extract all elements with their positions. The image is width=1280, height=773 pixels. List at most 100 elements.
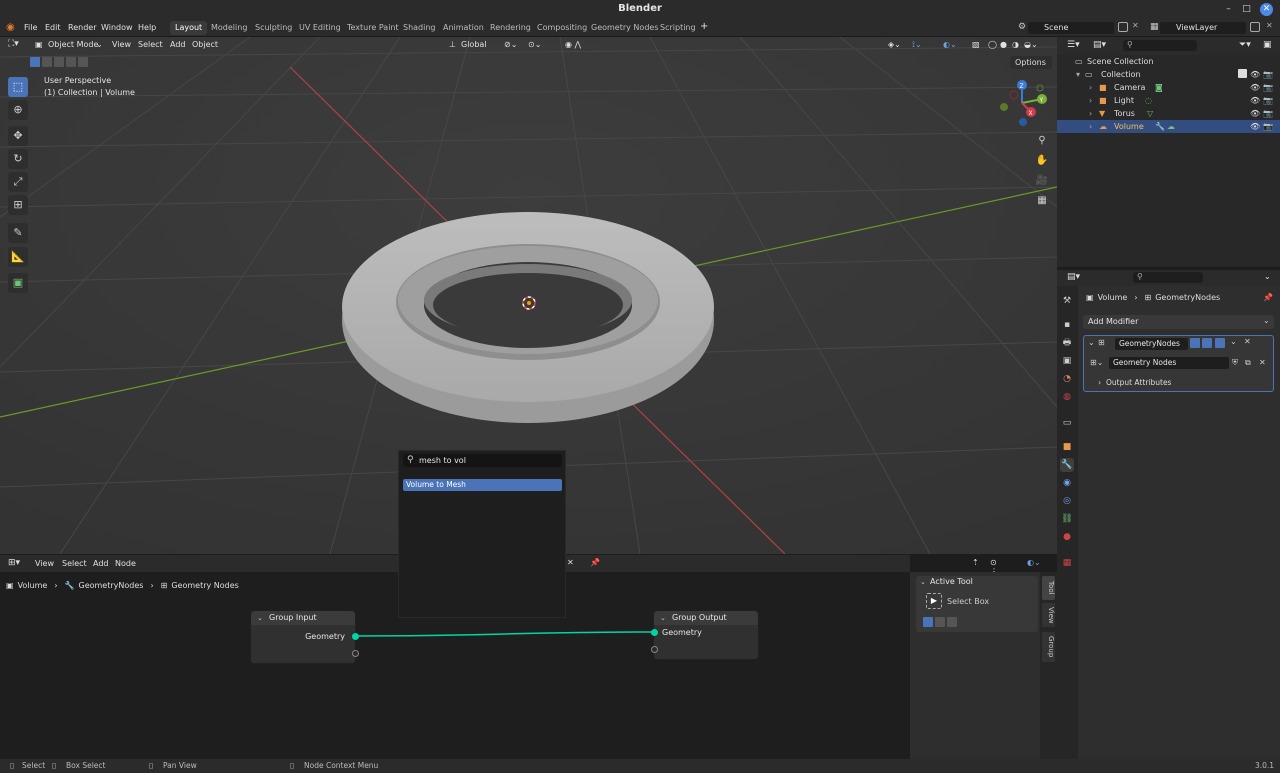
search-result-item[interactable]: Volume to Mesh (403, 479, 562, 491)
tab-geometry-nodes[interactable]: Geometry Nodes (586, 21, 663, 35)
blender-logo-icon[interactable]: ◉ (6, 22, 15, 33)
edit-mode-toggle-icon[interactable] (1190, 338, 1200, 348)
tree-row-scene-collection[interactable]: ▭ Scene Collection (1057, 55, 1280, 68)
camera-render-icon[interactable]: 📷 (1263, 81, 1273, 94)
torus-mesh[interactable] (342, 212, 714, 423)
gizmo-toggle-icon[interactable]: ⟟⌄ (912, 40, 922, 50)
tab-uv-editing[interactable]: UV Editing (294, 21, 346, 35)
tab-tool[interactable]: Tool (1042, 576, 1055, 600)
tab-texture-paint[interactable]: Texture Paint (342, 21, 404, 35)
panel-collapse-icon[interactable]: ⌄ (1088, 338, 1095, 347)
display-mode-icon[interactable]: ▤▾ (1093, 40, 1106, 50)
view-layer-tab-icon[interactable]: ▣ (1060, 354, 1074, 368)
visibility-icon[interactable]: ◈⌄ (888, 40, 901, 49)
parent-node-tree-icon[interactable]: ⇡ (972, 558, 979, 567)
perspective-toggle-icon[interactable]: ▦ (1034, 193, 1050, 209)
viewport-menu-add[interactable]: Add (170, 40, 186, 49)
checkbox-icon[interactable] (1238, 69, 1247, 78)
active-tool-label[interactable]: Active Tool (930, 577, 973, 586)
rotate-tool[interactable]: ↻ (8, 149, 28, 169)
menu-window[interactable]: Window (101, 23, 133, 32)
menu-edit[interactable]: Edit (45, 23, 61, 32)
scene-field[interactable]: Scene (1028, 22, 1114, 34)
pin-icon[interactable]: 📌 (1263, 293, 1273, 302)
viewport-menu-select[interactable]: Select (138, 40, 163, 49)
node-overlay-icon[interactable]: ◐⌄ (1027, 558, 1041, 567)
node-editor-type-icon[interactable]: ⊞▾ (8, 558, 20, 568)
outliner-search-field[interactable]: ⚲ (1123, 40, 1197, 51)
scale-tool[interactable]: ⤢ (8, 172, 28, 192)
group-input-node[interactable]: Group Input ⌄ Geometry (250, 610, 359, 664)
render-tab-icon[interactable]: ▪ (1060, 318, 1074, 332)
minimize-button[interactable]: – (1222, 3, 1235, 16)
object-tab-icon[interactable]: ■ (1060, 440, 1074, 454)
group-output-node[interactable]: Group Output ⌄ Geometry (651, 610, 759, 660)
constraints-tab-icon[interactable]: ⛓ (1060, 512, 1074, 526)
eye-icon[interactable]: 👁 (1250, 107, 1260, 120)
modifier-tab-icon[interactable]: 🔧 (1060, 458, 1074, 472)
mode-dropdown-chevron-icon[interactable]: ⌄ (96, 40, 103, 49)
orientation-dropdown[interactable]: Global (461, 40, 487, 49)
group-input-geometry-socket[interactable] (352, 633, 359, 640)
collapse-chevron-icon[interactable]: ⌄ (257, 614, 263, 622)
pivot-icon[interactable]: ⊘⌄ (504, 40, 517, 49)
particles-tab-icon[interactable]: ◉ (1060, 476, 1074, 490)
expand-chevron-icon[interactable]: › (1089, 94, 1092, 107)
menu-render[interactable]: Render (68, 23, 96, 32)
select-extend-icon[interactable] (42, 57, 52, 67)
node-search-input[interactable]: mesh to vol (403, 454, 562, 467)
tab-layout[interactable]: Layout (170, 21, 208, 35)
tab-compositing[interactable]: Compositing (532, 21, 592, 35)
viewport-menu-object[interactable]: Object (192, 40, 218, 49)
wireframe-shading-icon[interactable]: ◯ (988, 40, 997, 49)
tree-row-camera[interactable]: › ■ Camera ◙ 👁 📷 (1057, 81, 1280, 94)
properties-type-icon[interactable]: ▤▾ (1067, 272, 1080, 282)
view-layer-icon[interactable]: ▦ (1150, 22, 1159, 32)
node-group-close-icon[interactable]: ✕ (567, 558, 574, 567)
remove-view-layer-icon[interactable]: ✕ (1266, 21, 1273, 30)
node-group-browse-icon[interactable]: ⊞⌄ (1090, 358, 1103, 367)
node-menu-select[interactable]: Select (62, 559, 87, 568)
modifier-name-field[interactable]: GeometryNodes (1115, 338, 1188, 350)
remove-modifier-icon[interactable]: ✕ (1244, 337, 1251, 346)
mode-dropdown[interactable]: Object Mode (48, 40, 98, 49)
mode-icon[interactable]: ▣ (35, 40, 43, 49)
eye-icon[interactable]: 👁 (1250, 68, 1260, 81)
tab-shading[interactable]: Shading (398, 21, 441, 35)
select-subtract-icon[interactable] (54, 57, 64, 67)
move-tool[interactable]: ✥ (8, 126, 28, 146)
pin-icon[interactable]: 📌 (590, 558, 600, 567)
group-output-empty-socket[interactable] (651, 646, 658, 653)
expand-chevron-icon[interactable]: › (1089, 120, 1092, 133)
outliner-type-icon[interactable]: ☰▾ (1067, 40, 1080, 50)
viewport-toggle-icon[interactable] (1202, 338, 1212, 348)
options-dropdown[interactable]: Options (1010, 56, 1052, 69)
camera-render-icon[interactable]: 📷 (1263, 120, 1273, 133)
group-input-empty-socket[interactable] (352, 650, 359, 657)
eye-icon[interactable]: 👁 (1250, 94, 1260, 107)
maximize-button[interactable]: □ (1240, 3, 1253, 16)
new-view-layer-icon[interactable] (1250, 22, 1260, 32)
texture-tab-icon[interactable]: ▦ (1060, 556, 1074, 570)
tab-group[interactable]: Group (1042, 632, 1055, 662)
properties-options-chevron-icon[interactable]: ⌄ (1264, 272, 1271, 281)
group-output-title[interactable]: Group Output (654, 611, 758, 625)
group-input-title[interactable]: Group Input (251, 611, 355, 625)
physics-tab-icon[interactable]: ◎ (1060, 494, 1074, 508)
node-menu-node[interactable]: Node (115, 559, 136, 568)
menu-file[interactable]: File (24, 23, 37, 32)
output-tab-icon[interactable]: 🖶 (1060, 336, 1074, 350)
tab-scripting[interactable]: Scripting (655, 21, 701, 35)
camera-render-icon[interactable]: 📷 (1263, 68, 1273, 81)
select-box-icon[interactable]: ▶ (926, 593, 942, 609)
tree-row-volume[interactable]: › ☁ Volume 🔧 ☁ 👁 📷 (1057, 120, 1280, 133)
panel-chevron-icon[interactable]: ⌄ (920, 578, 926, 586)
material-shading-icon[interactable]: ◑ (1012, 40, 1019, 49)
add-modifier-button[interactable]: Add Modifier ⌄ (1083, 315, 1274, 329)
rendered-shading-icon[interactable]: ◒⌄ (1024, 40, 1038, 49)
expand-chevron-icon[interactable]: › (1089, 107, 1092, 120)
select-new-icon[interactable] (923, 617, 933, 627)
menu-help[interactable]: Help (138, 23, 156, 32)
expand-chevron-icon[interactable]: ▾ (1076, 68, 1080, 81)
select-subtract-icon[interactable] (947, 617, 957, 627)
